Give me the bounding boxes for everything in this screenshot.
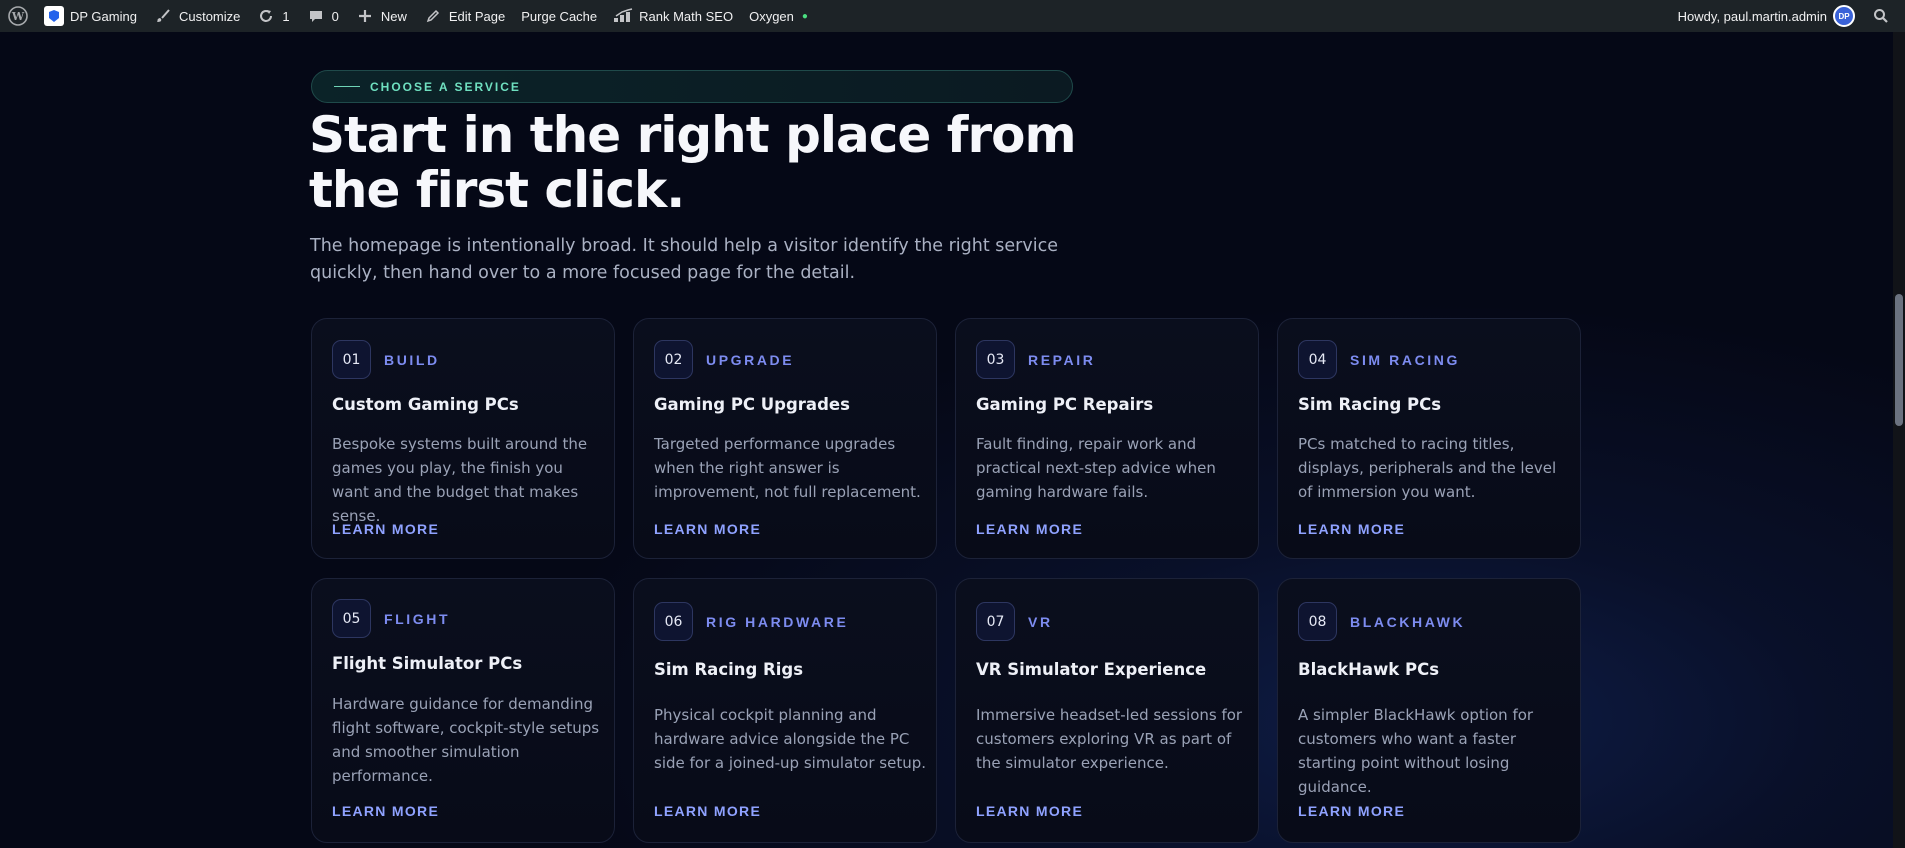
service-title: Gaming PC Repairs	[976, 395, 1154, 414]
service-card-rig-hardware: 06 RIG HARDWARE Sim Racing Rigs Physical…	[633, 578, 937, 843]
service-card-sim-racing: 04 SIM RACING Sim Racing PCs PCs matched…	[1277, 318, 1581, 559]
site-logo-icon	[44, 6, 64, 26]
learn-more-link[interactable]: LEARN MORE	[976, 803, 1083, 819]
learn-more-link[interactable]: LEARN MORE	[332, 803, 439, 819]
service-title: Custom Gaming PCs	[332, 395, 519, 414]
service-description: Hardware guidance for demanding flight s…	[332, 695, 600, 785]
service-title: BlackHawk PCs	[1298, 660, 1440, 679]
eyebrow-label: CHOOSE A SERVICE	[370, 79, 521, 94]
learn-more-link[interactable]: LEARN MORE	[332, 521, 439, 537]
new-content-menu[interactable]: New	[347, 0, 415, 32]
learn-more-link[interactable]: LEARN MORE	[654, 803, 761, 819]
my-account-menu[interactable]: Howdy, paul.martin.admin DP	[1670, 0, 1863, 32]
page-scrollbar[interactable]	[1893, 32, 1905, 848]
service-description: Targeted performance upgrades when the r…	[654, 435, 921, 501]
customize-label: Customize	[178, 8, 241, 24]
edit-page-link[interactable]: Edit Page	[415, 0, 513, 32]
oxygen-status-dot: ●	[801, 10, 808, 22]
updates-link[interactable]: 1	[248, 0, 297, 32]
learn-more-link[interactable]: LEARN MORE	[1298, 803, 1405, 819]
admin-bar-left: W DP Gaming Customize 1 0 New Edit Page …	[0, 0, 816, 32]
service-category: BUILD	[384, 352, 440, 368]
purge-cache-link[interactable]: Purge Cache	[513, 0, 605, 32]
service-card-build: 01 BUILD Custom Gaming PCs Bespoke syste…	[311, 318, 615, 559]
service-number: 06	[654, 602, 693, 641]
learn-more-link[interactable]: LEARN MORE	[976, 521, 1083, 537]
oxygen-label: Oxygen	[749, 8, 794, 24]
avatar: DP	[1833, 5, 1855, 27]
comments-link[interactable]: 0	[298, 0, 347, 32]
admin-bar-right: Howdy, paul.martin.admin DP	[1670, 0, 1905, 32]
oxygen-menu[interactable]: Oxygen ●	[741, 0, 816, 32]
service-description: PCs matched to racing titles, displays, …	[1298, 435, 1557, 501]
rank-math-menu[interactable]: Rank Math SEO	[605, 0, 741, 32]
service-title: Sim Racing Rigs	[654, 660, 804, 679]
service-number: 07	[976, 602, 1015, 641]
rank-math-label: Rank Math SEO	[639, 8, 734, 24]
svg-text:W: W	[11, 10, 25, 23]
wordpress-logo-icon: W	[8, 6, 28, 26]
service-title: Flight Simulator PCs	[332, 654, 523, 673]
service-number: 08	[1298, 602, 1337, 641]
service-title: Gaming PC Upgrades	[654, 395, 850, 414]
service-description: Immersive headset-led sessions for custo…	[976, 706, 1243, 772]
service-category: FLIGHT	[384, 611, 451, 627]
rank-math-icon	[613, 6, 633, 26]
purge-cache-label: Purge Cache	[521, 8, 598, 24]
service-card-blackhawk: 08 BLACKHAWK BlackHawk PCs A simpler Bla…	[1277, 578, 1581, 843]
edit-page-label: Edit Page	[448, 8, 506, 24]
service-number: 03	[976, 340, 1015, 379]
comment-icon	[306, 6, 326, 26]
service-description: Fault finding, repair work and practical…	[976, 435, 1216, 501]
section-subtitle: The homepage is intentionally broad. It …	[310, 236, 1058, 283]
service-category: SIM RACING	[1350, 352, 1460, 368]
admin-search[interactable]	[1863, 0, 1905, 32]
service-category: REPAIR	[1028, 352, 1096, 368]
learn-more-link[interactable]: LEARN MORE	[1298, 521, 1405, 537]
service-number: 02	[654, 340, 693, 379]
service-category: UPGRADE	[706, 352, 795, 368]
updates-count: 1	[282, 8, 290, 24]
customize-link[interactable]: Customize	[145, 0, 248, 32]
service-description: A simpler BlackHawk option for customers…	[1298, 706, 1534, 796]
service-description: Bespoke systems built around the games y…	[332, 435, 588, 525]
admin-bar: W DP Gaming Customize 1 0 New Edit Page …	[0, 0, 1905, 32]
site-name: DP Gaming	[70, 8, 137, 24]
page-title: Start in the right place from the first …	[309, 106, 1077, 219]
plus-icon	[355, 6, 375, 26]
service-description: Physical cockpit planning and hardware a…	[654, 706, 927, 772]
service-card-vr: 07 VR VR Simulator Experience Immersive …	[955, 578, 1259, 843]
service-title: VR Simulator Experience	[976, 660, 1207, 679]
updates-icon	[256, 6, 276, 26]
scrollbar-thumb[interactable]	[1895, 294, 1903, 426]
search-icon	[1871, 6, 1891, 26]
service-number: 01	[332, 340, 371, 379]
service-category: BLACKHAWK	[1350, 614, 1466, 630]
learn-more-link[interactable]: LEARN MORE	[654, 521, 761, 537]
brush-icon	[153, 6, 173, 26]
pencil-icon	[423, 6, 443, 26]
service-card-repair: 03 REPAIR Gaming PC Repairs Fault findin…	[955, 318, 1259, 559]
site-name-menu[interactable]: DP Gaming	[36, 0, 145, 32]
account-greeting: Howdy, paul.martin.admin	[1677, 8, 1827, 24]
service-category: RIG HARDWARE	[706, 614, 849, 630]
wordpress-menu[interactable]: W	[0, 0, 36, 32]
service-card-upgrade: 02 UPGRADE Gaming PC Upgrades Targeted p…	[633, 318, 937, 559]
service-category: VR	[1028, 614, 1053, 630]
service-number: 04	[1298, 340, 1337, 379]
service-number: 05	[332, 599, 371, 638]
comments-count: 0	[331, 8, 339, 24]
service-card-flight: 05 FLIGHT Flight Simulator PCs Hardware …	[311, 578, 615, 843]
new-label: New	[380, 8, 407, 24]
service-title: Sim Racing PCs	[1298, 395, 1442, 414]
eyebrow-line	[334, 86, 360, 87]
section-eyebrow: CHOOSE A SERVICE	[311, 70, 1073, 103]
